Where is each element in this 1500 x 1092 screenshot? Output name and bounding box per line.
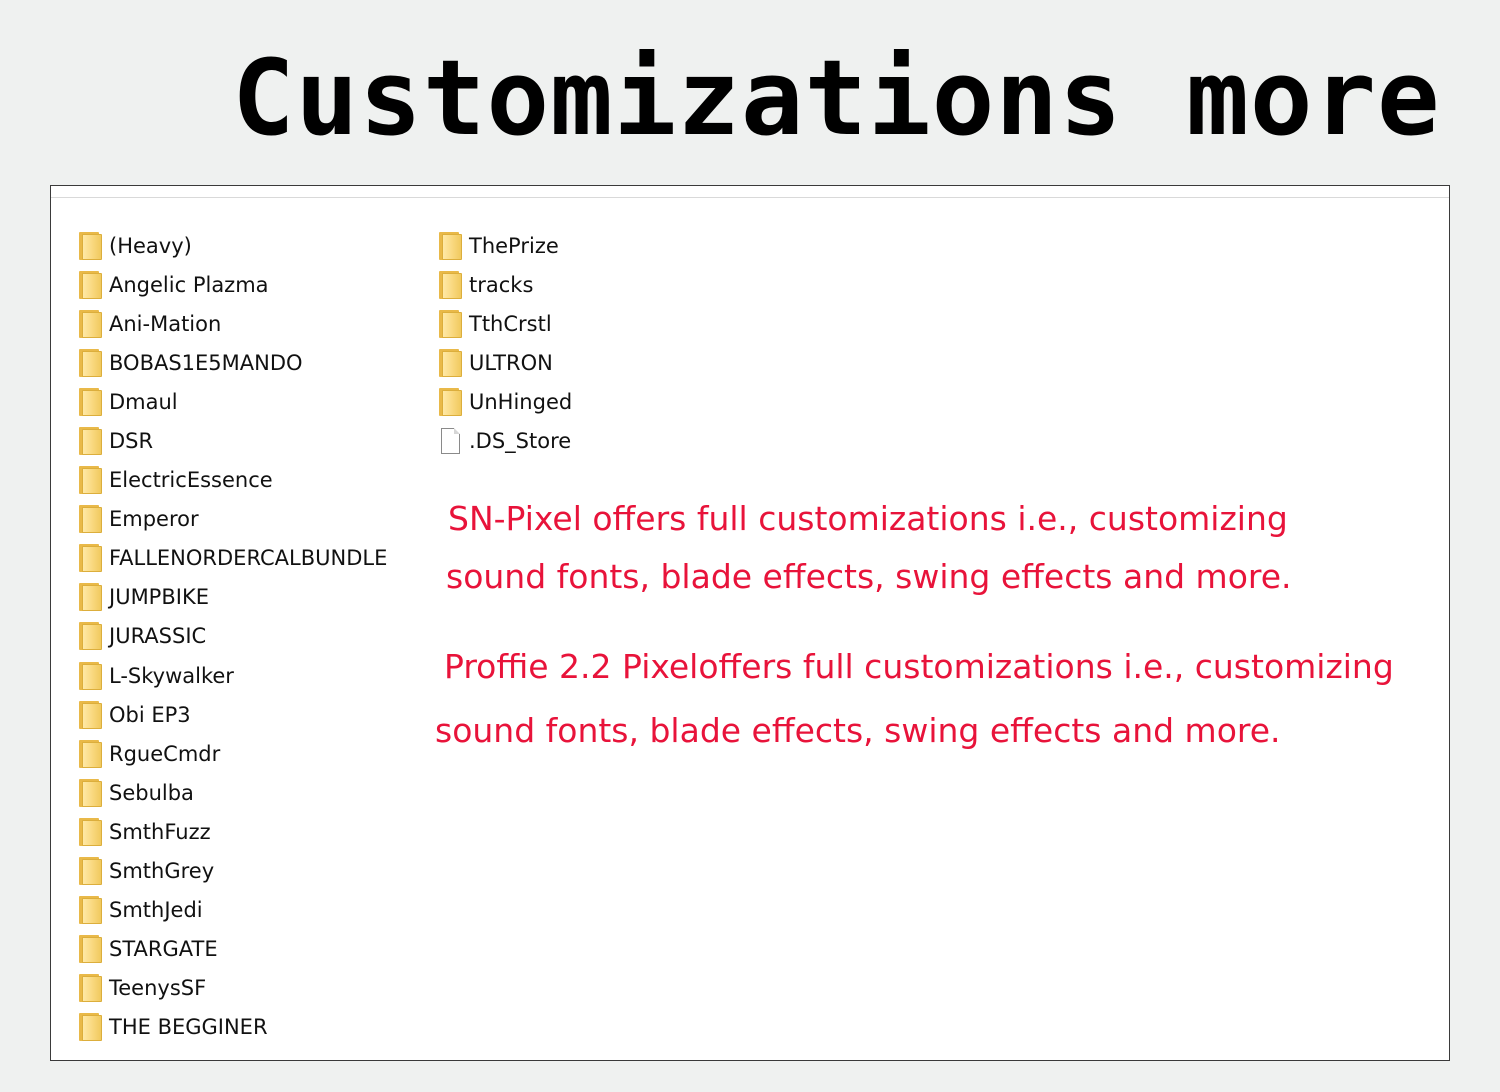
folder-item[interactable]: tracks (439, 265, 572, 304)
folder-item[interactable]: TthCrstl (439, 304, 572, 343)
folder-icon (79, 387, 102, 416)
folder-icon (79, 935, 102, 964)
folder-item[interactable]: (Heavy) (79, 226, 387, 265)
folder-icon (439, 348, 462, 377)
folder-icon (79, 505, 102, 534)
folder-icon (79, 231, 102, 260)
folder-icon (439, 270, 462, 299)
item-label: THE BEGGINER (109, 1015, 268, 1040)
folder-icon (79, 309, 102, 338)
folder-item[interactable]: ULTRON (439, 343, 572, 382)
file-list-column-2: ThePrize tracks TthCrstl ULTRON UnHinged .DS_… (439, 226, 572, 461)
folder-item[interactable]: JUMPBIKE (79, 578, 387, 617)
folder-item[interactable]: Emperor (79, 500, 387, 539)
item-label: SmthGrey (109, 859, 215, 884)
folder-item[interactable]: Dmaul (79, 382, 387, 421)
item-label: UnHinged (469, 389, 573, 414)
folder-item[interactable]: SmthGrey (79, 852, 387, 891)
item-label: tracks (469, 272, 534, 297)
item-label: Angelic Plazma (109, 272, 269, 297)
item-label: TthCrstl (469, 311, 552, 336)
folder-icon (79, 270, 102, 299)
folder-icon (79, 622, 102, 651)
item-label: Emperor (109, 507, 199, 532)
file-explorer-window: (Heavy) Angelic Plazma Ani-Mation BOBAS1E5M… (50, 185, 1450, 1061)
folder-icon (79, 583, 102, 612)
folder-item[interactable]: TeenysSF (79, 969, 387, 1008)
folder-icon (79, 661, 102, 690)
proffie-note-line-1: Proffie 2.2 Pixeloffers full customizati… (444, 647, 1394, 686)
item-label: Sebulba (109, 780, 194, 805)
folder-item[interactable]: Ani-Mation (79, 304, 387, 343)
folder-item[interactable]: JURASSIC (79, 617, 387, 656)
folder-item[interactable]: FALLENORDERCALBUNDLE (79, 539, 387, 578)
folder-icon (439, 387, 462, 416)
folder-icon (79, 700, 102, 729)
folder-item[interactable]: UnHinged (439, 382, 572, 421)
item-label: JUMPBIKE (109, 585, 209, 610)
folder-item[interactable]: STARGATE (79, 930, 387, 969)
item-label: Obi EP3 (109, 702, 191, 727)
file-icon (439, 427, 462, 455)
folder-item[interactable]: L-Skywalker (79, 656, 387, 695)
item-label: ULTRON (469, 350, 553, 375)
folder-icon (79, 427, 102, 456)
item-label: SmthJedi (109, 898, 203, 923)
file-item[interactable]: .DS_Store (439, 421, 572, 460)
file-list-column-1: (Heavy) Angelic Plazma Ani-Mation BOBAS1E5M… (79, 226, 387, 1047)
folder-item[interactable]: SmthFuzz (79, 812, 387, 851)
folder-item[interactable]: Angelic Plazma (79, 265, 387, 304)
folder-icon (79, 974, 102, 1003)
item-label: RgueCmdr (109, 741, 221, 766)
item-label: ThePrize (469, 233, 559, 258)
item-label: Ani-Mation (109, 311, 222, 336)
item-label: TeenysSF (109, 976, 207, 1001)
folder-icon (79, 778, 102, 807)
page-title: Customizations more (232, 37, 1441, 159)
folder-icon (79, 739, 102, 768)
item-label: ElectricEssence (109, 468, 273, 493)
item-label: JURASSIC (109, 624, 207, 649)
folder-icon (79, 896, 102, 925)
folder-item[interactable]: BOBAS1E5MANDO (79, 343, 387, 382)
folder-icon (79, 857, 102, 886)
folder-item[interactable]: ThePrize (439, 226, 572, 265)
item-label: SmthFuzz (109, 819, 211, 844)
folder-icon (79, 1013, 102, 1042)
folder-item[interactable]: ElectricEssence (79, 461, 387, 500)
folder-item[interactable]: DSR (79, 421, 387, 460)
folder-icon (79, 544, 102, 573)
item-label: BOBAS1E5MANDO (109, 350, 303, 375)
item-label: L-Skywalker (109, 663, 234, 688)
folder-item[interactable]: THE BEGGINER (79, 1008, 387, 1047)
item-label: Dmaul (109, 389, 178, 414)
item-label: (Heavy) (109, 233, 192, 258)
item-label: STARGATE (109, 937, 218, 962)
folder-item[interactable]: RgueCmdr (79, 734, 387, 773)
window-divider (51, 197, 1449, 198)
folder-icon (439, 231, 462, 260)
folder-item[interactable]: Obi EP3 (79, 695, 387, 734)
folder-item[interactable]: Sebulba (79, 773, 387, 812)
sn-pixel-note-line-1: SN-Pixel offers full customizations i.e.… (448, 499, 1288, 538)
folder-icon (439, 309, 462, 338)
item-label: .DS_Store (469, 429, 572, 454)
item-label: FALLENORDERCALBUNDLE (109, 546, 388, 571)
sn-pixel-note-line-2: sound fonts, blade effects, swing effect… (446, 557, 1292, 596)
folder-item[interactable]: SmthJedi (79, 891, 387, 930)
item-label: DSR (109, 429, 154, 454)
folder-icon (79, 348, 102, 377)
folder-icon (79, 466, 102, 495)
proffie-note-line-2: sound fonts, blade effects, swing effect… (435, 711, 1281, 750)
folder-icon (79, 817, 102, 846)
